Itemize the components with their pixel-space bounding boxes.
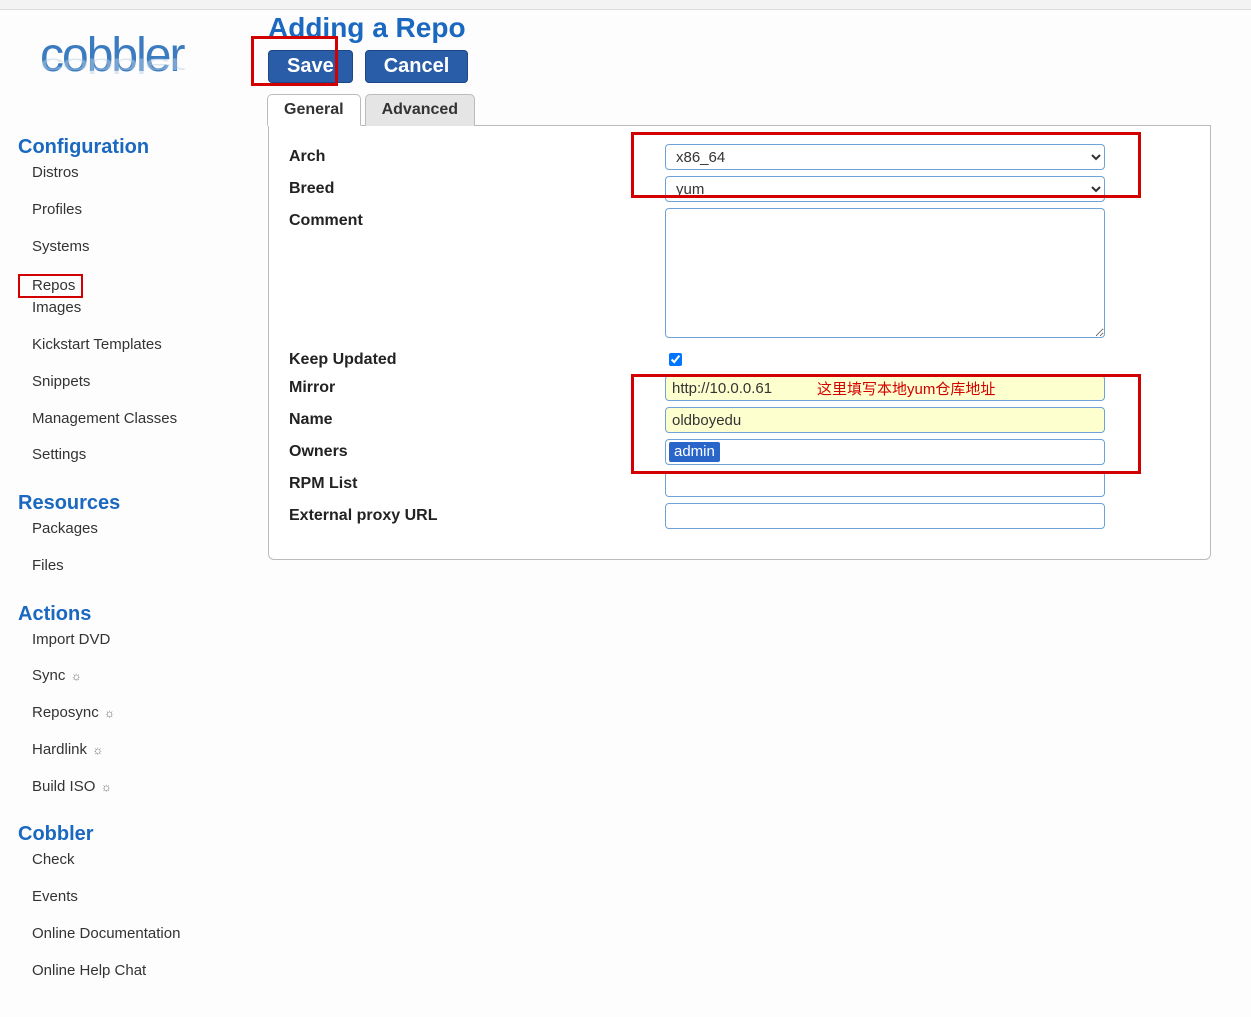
arch-select[interactable]: x86_64 [665,144,1105,170]
arch-label: Arch [289,144,665,166]
nav-item-events[interactable]: Events [18,887,268,908]
rpm-list-input[interactable] [665,471,1105,497]
nav-item-import-dvd[interactable]: Import DVD [18,630,268,651]
save-button[interactable]: Save [268,50,353,83]
owners-input[interactable]: admin [665,439,1105,465]
gear-icon: ☼ [101,706,115,720]
keep-updated-checkbox[interactable] [669,353,682,366]
button-row: Save Cancel [268,50,1211,83]
logo-reflection: cobbler [40,56,268,75]
nav-item-profiles[interactable]: Profiles [18,200,268,221]
comment-textarea[interactable] [665,208,1105,338]
nav-item-management-classes[interactable]: Management Classes [18,409,268,430]
gear-icon: ☼ [89,743,103,757]
nav-item-settings[interactable]: Settings [18,445,268,466]
sidebar: cobbler cobbler Configuration Distros Prof… [0,10,268,1017]
nav-section-title: Resources [18,492,268,515]
rpm-list-label: RPM List [289,471,665,493]
nav-item-reposync[interactable]: Reposync ☼ [18,703,268,724]
nav-item-hardlink[interactable]: Hardlink ☼ [18,740,268,761]
nav-item-sync[interactable]: Sync ☼ [18,666,268,687]
gear-icon: ☼ [97,780,111,794]
external-proxy-input[interactable] [665,503,1105,529]
logo: cobbler cobbler [40,34,268,118]
nav-item-repos[interactable]: Repos [18,274,83,299]
nav-section-title: Cobbler [18,823,268,846]
name-label: Name [289,407,665,429]
nav-item-build-iso[interactable]: Build ISO ☼ [18,777,268,798]
app-container: cobbler cobbler Configuration Distros Prof… [0,10,1251,1017]
main-content: Adding a Repo Save Cancel General Advanc… [268,10,1251,590]
nav-item-packages[interactable]: Packages [18,519,268,540]
breed-label: Breed [289,176,665,198]
page-title: Adding a Repo [268,12,1211,44]
nav-item-systems[interactable]: Systems [18,237,268,258]
keep-updated-label: Keep Updated [289,347,665,369]
nav-item-check[interactable]: Check [18,850,268,871]
owners-value: admin [669,442,720,462]
external-proxy-label: External proxy URL [289,503,665,525]
tab-general[interactable]: General [267,94,361,126]
top-divider [0,0,1251,10]
nav-item-online-documentation[interactable]: Online Documentation [18,924,268,945]
nav-section-title: Configuration [18,136,268,159]
nav-item-kickstart-templates[interactable]: Kickstart Templates [18,335,268,356]
cancel-button[interactable]: Cancel [365,50,469,83]
tabs: General Advanced [267,93,1211,126]
gear-icon: ☼ [67,669,81,683]
mirror-label: Mirror [289,375,665,397]
tab-advanced[interactable]: Advanced [365,94,475,126]
mirror-input[interactable] [665,375,1105,401]
nav-item-distros[interactable]: Distros [18,163,268,184]
nav-item-files[interactable]: Files [18,556,268,577]
name-input[interactable] [665,407,1105,433]
comment-label: Comment [289,208,665,230]
nav-section-title: Actions [18,603,268,626]
breed-select[interactable]: yum [665,176,1105,202]
owners-label: Owners [289,439,665,461]
tab-panel-general: Arch x86_64 Breed yum Comment [268,126,1211,560]
nav-item-snippets[interactable]: Snippets [18,372,268,393]
nav-item-images[interactable]: Images [18,298,268,319]
nav-item-online-help-chat[interactable]: Online Help Chat [18,961,268,982]
